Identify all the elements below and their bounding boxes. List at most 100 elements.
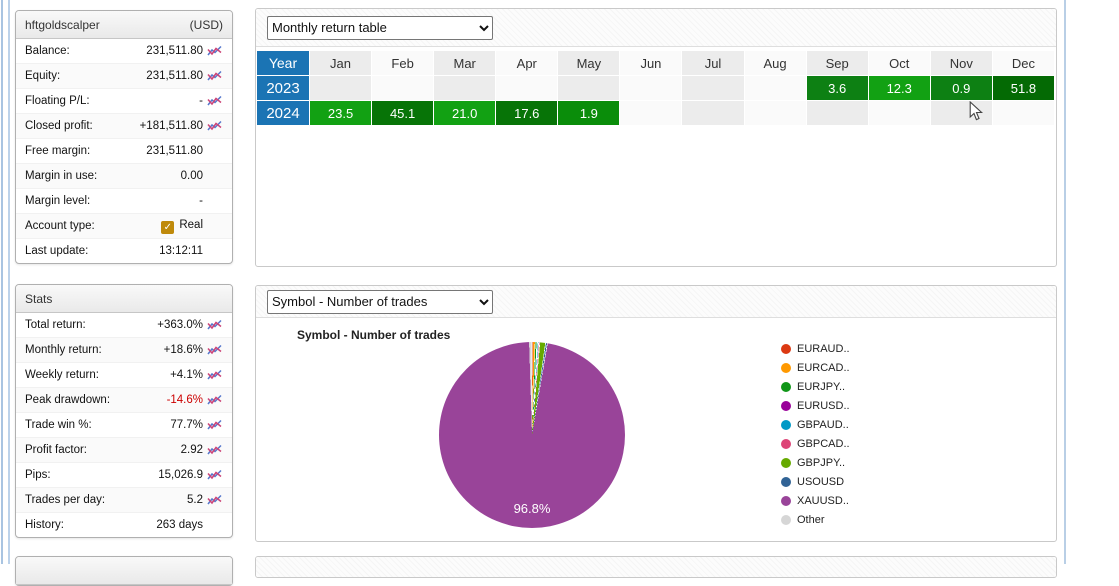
monthly-return-cell: 1.9 bbox=[558, 101, 621, 126]
symbol-view-select[interactable]: Symbol - Number of trades bbox=[267, 289, 493, 314]
account-currency: (USD) bbox=[189, 17, 223, 32]
account-panel-header: hftgoldscalper (USD) bbox=[16, 11, 232, 39]
stats-panel-header: Stats bbox=[16, 285, 232, 313]
table-header-month: Sep bbox=[806, 51, 869, 76]
monthly-view-select[interactable]: Monthly return table bbox=[267, 15, 493, 40]
legend-item: XAUUSD.. bbox=[781, 491, 850, 510]
icon-spacer bbox=[207, 220, 227, 233]
stats-row: Pips: 15,026.9 bbox=[16, 462, 232, 487]
account-row-label: Floating P/L: bbox=[25, 95, 90, 107]
table-header-month: Feb bbox=[372, 51, 435, 76]
monthly-return-panel: Monthly return table Year Jan Feb Mar Apr May… bbox=[255, 8, 1057, 267]
icon-spacer bbox=[207, 145, 227, 158]
empty-month-cell bbox=[682, 101, 745, 126]
stats-row: Monthly return: +18.6% bbox=[16, 337, 232, 362]
account-row-label: Closed profit: bbox=[25, 120, 93, 132]
empty-month-cell bbox=[744, 101, 807, 126]
symbol-chart-area: Symbol - Number of trades 96.8% EURAUD..… bbox=[256, 318, 1056, 540]
stats-row-value: +363.0% bbox=[157, 319, 203, 331]
legend-label: EURAUD.. bbox=[797, 342, 850, 355]
chart-link-icon[interactable] bbox=[207, 419, 227, 432]
legend-item: EURAUD.. bbox=[781, 339, 850, 358]
legend-color-dot bbox=[781, 362, 791, 373]
monthly-panel-toolbar: Monthly return table bbox=[256, 9, 1056, 47]
sidebar: hftgoldscalper (USD) Balance: 231,511.80 E… bbox=[15, 10, 233, 586]
account-row: Margin in use: 0.00 bbox=[16, 163, 232, 188]
legend-item: Other bbox=[781, 510, 850, 529]
account-row-value: 231,511.80 bbox=[146, 70, 203, 82]
chart-link-icon[interactable] bbox=[207, 344, 227, 357]
legend-label: GBPAUD.. bbox=[797, 418, 849, 431]
table-header-month: Jul bbox=[682, 51, 745, 76]
chart-link-icon[interactable] bbox=[207, 120, 227, 133]
next-main-panel-toolbar bbox=[256, 557, 1056, 577]
empty-month-cell bbox=[868, 101, 931, 126]
year-cell: 2024 bbox=[257, 101, 310, 126]
stats-row: Total return: +363.0% bbox=[16, 313, 232, 337]
stats-row: Profit factor: 2.92 bbox=[16, 437, 232, 462]
table-header-month: Apr bbox=[496, 51, 559, 76]
chart-link-icon[interactable] bbox=[207, 494, 227, 507]
pie-legend: EURAUD.. EURCAD.. EURJPY.. EURUSD.. GBPAUD..… bbox=[781, 339, 850, 529]
account-row-value: 0.00 bbox=[180, 170, 203, 182]
account-row-label: Free margin: bbox=[25, 145, 91, 157]
monthly-return-table: Year Jan Feb Mar Apr May Jun Jul Aug Sep Oct Nov Dec… bbox=[257, 51, 1055, 126]
chart-link-icon[interactable] bbox=[207, 319, 227, 332]
legend-label: Other bbox=[797, 513, 825, 526]
icon-spacer bbox=[207, 170, 227, 183]
chart-link-icon[interactable] bbox=[207, 444, 227, 457]
legend-label: GBPCAD.. bbox=[797, 437, 850, 450]
empty-month-cell bbox=[620, 76, 683, 101]
table-header-month: May bbox=[558, 51, 621, 76]
chart-link-icon[interactable] bbox=[207, 45, 227, 58]
symbol-panel-toolbar: Symbol - Number of trades bbox=[256, 286, 1056, 318]
legend-item: GBPJPY.. bbox=[781, 453, 850, 472]
stats-row-label: Trade win %: bbox=[25, 419, 92, 431]
stats-row-label: Pips: bbox=[25, 469, 51, 481]
stats-row-value: 2.92 bbox=[180, 444, 203, 456]
table-header-month: Oct bbox=[868, 51, 931, 76]
year-cell: 2023 bbox=[257, 76, 310, 101]
next-panel-cut-off bbox=[15, 556, 233, 586]
legend-label: EURCAD.. bbox=[797, 361, 850, 374]
monthly-return-cell: 0.9 bbox=[930, 76, 993, 101]
account-row: Last update: 13:12:11 bbox=[16, 238, 232, 263]
left-splitter-line-2 bbox=[8, 0, 10, 564]
icon-spacer bbox=[207, 519, 227, 532]
account-row-label: Last update: bbox=[25, 245, 89, 257]
legend-color-dot bbox=[781, 400, 791, 411]
account-name: hftgoldscalper bbox=[25, 17, 100, 32]
stats-row-label: Trades per day: bbox=[25, 494, 106, 506]
empty-month-cell bbox=[620, 101, 683, 126]
legend-item: EURJPY.. bbox=[781, 377, 850, 396]
stats-row: Weekly return: +4.1% bbox=[16, 362, 232, 387]
account-row: Equity: 231,511.80 bbox=[16, 63, 232, 88]
account-row-label: Account type: bbox=[25, 220, 95, 232]
table-row: 2024 23.5 45.1 21.0 17.6 1.9 bbox=[257, 101, 1055, 126]
stats-row: Peak drawdown: -14.6% bbox=[16, 387, 232, 412]
stats-row-label: Peak drawdown: bbox=[25, 394, 111, 406]
account-row: Margin level: - bbox=[16, 188, 232, 213]
left-splitter-line bbox=[1, 0, 3, 564]
next-panel-header bbox=[16, 557, 232, 585]
stats-row-value: 263 days bbox=[156, 519, 203, 531]
chart-link-icon[interactable] bbox=[207, 469, 227, 482]
chart-link-icon[interactable] bbox=[207, 70, 227, 83]
table-header-month: Mar bbox=[434, 51, 497, 76]
chart-link-icon[interactable] bbox=[207, 369, 227, 382]
account-row-value: 231,511.80 bbox=[146, 45, 203, 57]
stats-row: Trades per day: 5.2 bbox=[16, 487, 232, 512]
legend-color-dot bbox=[781, 514, 791, 525]
legend-color-dot bbox=[781, 495, 791, 506]
account-row-value: 231,511.80 bbox=[146, 145, 203, 157]
stats-row-value: -14.6% bbox=[166, 394, 203, 406]
real-account-checkbox[interactable]: ✓ bbox=[161, 220, 175, 234]
legend-color-dot bbox=[781, 381, 791, 392]
stats-row: Trade win %: 77.7% bbox=[16, 412, 232, 437]
table-header-month: Jun bbox=[620, 51, 683, 76]
chart-link-icon[interactable] bbox=[207, 394, 227, 407]
icon-spacer bbox=[207, 245, 227, 258]
legend-item: GBPCAD.. bbox=[781, 434, 850, 453]
legend-color-dot bbox=[781, 457, 791, 468]
chart-link-icon[interactable] bbox=[207, 95, 227, 108]
